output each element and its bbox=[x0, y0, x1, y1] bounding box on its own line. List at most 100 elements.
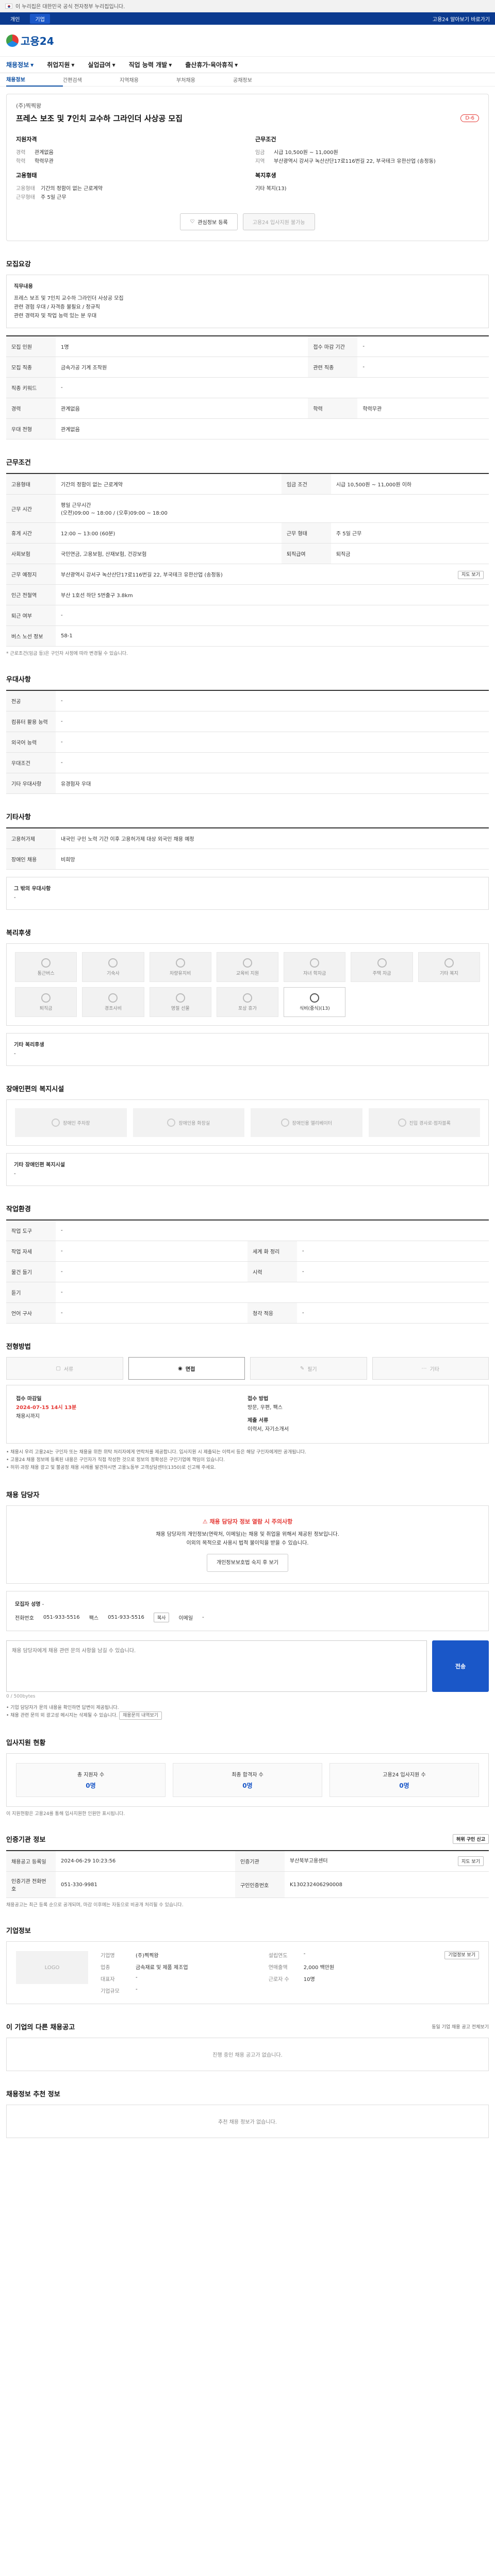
chevron-down-icon: ▾ bbox=[30, 61, 34, 69]
row-value: - bbox=[56, 605, 489, 626]
row-value: - bbox=[56, 752, 489, 773]
gov-banner-text: 이 누리집은 대한민국 공식 전자정부 누리집입니다. bbox=[15, 4, 125, 10]
gnb-item-support[interactable]: 취업지원 ▾ bbox=[47, 60, 74, 69]
gnb-item-training[interactable]: 직업 능력 개발 ▾ bbox=[129, 60, 172, 69]
summary-value: 부산광역시 강서구 녹산산단17로116번길 22, 부국테크 유한산업 (송정… bbox=[274, 159, 436, 164]
gnb-item-benefits[interactable]: 실업급여 ▾ bbox=[88, 60, 115, 69]
button-label: 관심정보 등록 bbox=[197, 220, 228, 226]
facility-item: 장애인용 엘리베이터 bbox=[251, 1108, 362, 1137]
row-value: 부산광역시 강서구 녹산산단17로116번길 22, 부국테크 유한산업 (송정… bbox=[56, 564, 331, 585]
tab-company[interactable]: 기업 bbox=[30, 13, 50, 24]
gnb-item-leave[interactable]: 출산휴가·육아휴직 ▾ bbox=[185, 60, 238, 69]
corp-value: 10명 bbox=[303, 1977, 315, 1982]
map-view-button[interactable]: 지도 보기 bbox=[458, 571, 484, 579]
note-text: 기업 담당자가 문의 내용을 확인하면 답변이 제공됩니다. bbox=[10, 1705, 119, 1710]
site-logo[interactable]: 고용24 bbox=[6, 33, 54, 48]
interest-register-button[interactable]: ♡ 관심정보 등록 bbox=[180, 213, 238, 230]
apply-button[interactable]: 고용24 입사지원 불가능 bbox=[242, 213, 315, 230]
subnav-item[interactable]: 공채정보 bbox=[233, 76, 290, 83]
row-value: 시급 10,500원 ~ 11,000원 이하 bbox=[331, 473, 489, 495]
applicants-note: 이 지원현황은 고용24를 통해 입사지원한 인원만 표시됩니다. bbox=[6, 1811, 125, 1817]
row-key: 고용허가제 bbox=[6, 828, 56, 849]
corp-value: 2,000 백만원 bbox=[303, 1965, 335, 1971]
chevron-down-icon: ▾ bbox=[235, 61, 238, 69]
alert-body: 채용 담당자의 개인정보(연락처, 이메일)는 채용 및 취업을 위해서 제공된… bbox=[156, 1532, 339, 1546]
summary-heading: 고용형태 bbox=[16, 172, 37, 179]
send-button[interactable]: 전송 bbox=[432, 1640, 489, 1692]
recruit-table: 모집 인원 1명 접수 마감 기간 - 모집 직종 금속가공 기계 조작원 관련 직종 - … bbox=[6, 335, 489, 439]
auth-note: 채용공고는 최근 등록 순으로 공개되며, 마감 이후에는 자동으로 비공개 처… bbox=[6, 1903, 184, 1908]
corp-key: 기업규모 bbox=[101, 1989, 120, 1994]
education-icon bbox=[242, 958, 252, 968]
same-company-link[interactable]: 동일 기업 채용 공고 전체보기 bbox=[432, 2023, 489, 2030]
stat-value: 0명 bbox=[399, 1782, 409, 1789]
corp-info-button[interactable]: 기업정보 보기 bbox=[444, 1951, 479, 1959]
job-description-heading: 직무내용 bbox=[14, 284, 33, 290]
section-title: 우대사항 bbox=[6, 676, 31, 684]
table-row: 버스 노선 정보 58-1 bbox=[6, 625, 489, 647]
table-row: 장애인 채용 비희망 bbox=[6, 849, 489, 870]
method-tab-written[interactable]: ✎ 필기 bbox=[250, 1357, 367, 1380]
subnav-item[interactable]: 부처채용 bbox=[176, 76, 233, 83]
table-row: 휴게 시간 12:00 ~ 13:00 (60분) 근무 형태 주 5일 근무 bbox=[6, 522, 489, 544]
company-name: (주)찍찍왕 bbox=[16, 103, 42, 109]
gnb-item-jobs[interactable]: 채용정보 ▾ bbox=[6, 60, 34, 69]
list-item: • 기업 담당자가 문의 내용을 확인하면 답변이 제공됩니다. bbox=[6, 1705, 119, 1710]
copy-button[interactable]: 복사 bbox=[153, 1613, 170, 1622]
summary-row: 학력 학력무관 bbox=[16, 157, 240, 166]
row-value: K130232406290008 bbox=[285, 1871, 489, 1898]
row-key: 임금 조건 bbox=[281, 473, 331, 495]
corp-value: - bbox=[303, 1951, 306, 1957]
summary-value: 기간의 정함이 없는 근로계약 bbox=[41, 186, 103, 192]
topbar-right-link[interactable]: 고용24 알아보기 바로가기 bbox=[433, 15, 490, 23]
benefit-label: 자녀 학자금 bbox=[303, 971, 326, 976]
applicants-box: 총 지원자 수 0명 최종 합격자 수 0명 고용24 입사지원 수 0명 bbox=[6, 1753, 489, 1807]
method-tab-interview[interactable]: ◉ 면접 bbox=[128, 1357, 245, 1380]
inquiry-textarea[interactable] bbox=[6, 1640, 427, 1692]
tab-personal[interactable]: 개인 bbox=[5, 14, 25, 24]
auth-map-button[interactable]: 지도 보기 bbox=[458, 1856, 484, 1866]
facility-item: 장애인 주차장 bbox=[15, 1108, 127, 1137]
sub-nav: 채용정보 간편검색 지역채용 부처채용 공채정보 bbox=[0, 73, 495, 87]
section-title: 근무조건 bbox=[6, 459, 31, 467]
job-title: 프레스 보조 및 7인치 교수하 그라인더 사상공 모집 bbox=[16, 114, 183, 123]
corp-value: 금속재료 및 제품 제조업 bbox=[136, 1965, 188, 1971]
method-tab-other[interactable]: ⋯ 기타 bbox=[372, 1357, 489, 1380]
subnav-item[interactable]: 채용정보 bbox=[6, 73, 63, 87]
benefit-item: 통근버스 bbox=[15, 952, 77, 982]
inquiry-history-button[interactable]: 채용문의 내역보기 bbox=[119, 1711, 162, 1720]
table-row: 인증기관 전화번호 051-330-9981 구인인증번호 K130232406290… bbox=[6, 1871, 489, 1898]
corp-info: LOGO 기업명 (주)찍찍왕 설립연도 - 업종 금속재료 및 제품 제조업 연매출액 2… bbox=[6, 1941, 489, 2004]
inquiry-notes: • 기업 담당자가 문의 내용을 확인하면 답변이 제공됩니다. • 채용 관련… bbox=[6, 1704, 489, 1720]
row-key: 접수 마감 기간 bbox=[308, 336, 358, 357]
email-value: - bbox=[202, 1615, 204, 1620]
process-block: 접수 방법 방문, 우편, 팩스 제출 서류 이력서, 자기소개서 bbox=[248, 1395, 479, 1434]
row-value: - bbox=[56, 690, 489, 711]
list-item: • 채용 관련 문의 외 광고성 메시지는 삭제될 수 있습니다. 채용문의 내… bbox=[6, 1711, 489, 1720]
tab-label: 면접 bbox=[185, 1366, 195, 1372]
row-value: 12:00 ~ 13:00 (60분) bbox=[56, 522, 282, 544]
corp-key: 근로자 수 bbox=[268, 1977, 289, 1982]
facility-item: 장애인용 화장실 bbox=[133, 1108, 244, 1137]
table-row: 작업 자세 - 세계 화 정리 - bbox=[6, 1241, 489, 1262]
row-key: 고용형태 bbox=[6, 473, 56, 495]
method-tab-documents[interactable]: ▢ 서류 bbox=[6, 1357, 123, 1380]
privacy-view-button[interactable]: 개인정보보호법 숙지 후 보기 bbox=[207, 1554, 288, 1572]
report-button[interactable]: 허위 구인 신고 bbox=[453, 1834, 489, 1844]
job-summary-grid: 지원자격 경력 관계없음 학력 학력무관 근무조건 임금 시급 10,500원 ~ 1… bbox=[16, 135, 479, 202]
row-key: 근무 예정지 bbox=[6, 564, 56, 585]
benefits-other-box: 기타 복리후생 - bbox=[6, 1033, 489, 1066]
benefit-label: 포상 휴가 bbox=[238, 1006, 257, 1011]
process-label: 접수 방법 bbox=[248, 1396, 269, 1402]
conditions-table: 고용형태 기간의 정함이 없는 근로계약 임금 조건 시급 10,500원 ~ 11,… bbox=[6, 473, 489, 647]
row-value: 58-1 bbox=[56, 625, 489, 647]
row-key: 모집 인원 bbox=[6, 336, 56, 357]
section-title: 기업정보 bbox=[6, 1927, 31, 1935]
phone-label: 전화번호 bbox=[15, 1616, 34, 1621]
benefit-item: 퇴직금 bbox=[15, 987, 77, 1017]
row-value: 부산 1호선 하단 5번출구 3.8km bbox=[56, 584, 489, 605]
list-item: • 고용24 채용 정보에 등록된 내용은 구인자가 직접 작성한 것으로 정보… bbox=[6, 1458, 225, 1463]
contact-info: 모집자 성명 - 전화번호 051-933-5516 팩스 051-933-55… bbox=[6, 1591, 489, 1631]
subnav-item[interactable]: 지역채용 bbox=[120, 76, 176, 83]
subnav-item[interactable]: 간편검색 bbox=[63, 76, 120, 83]
